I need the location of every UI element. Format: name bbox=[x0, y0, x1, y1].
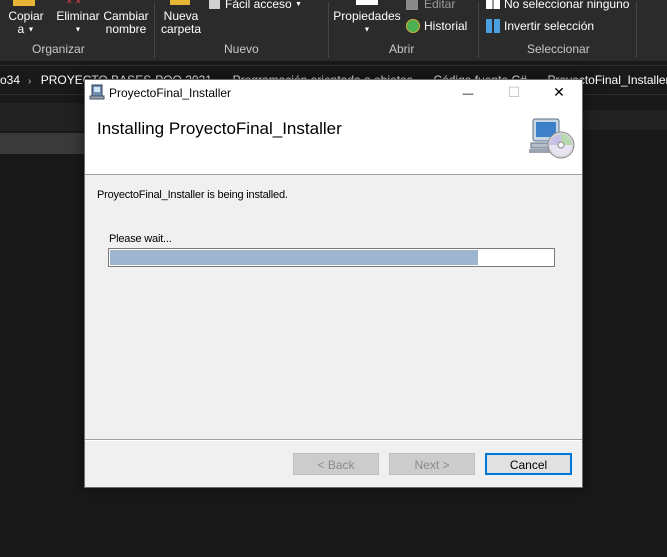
progress-bar bbox=[108, 248, 555, 267]
back-button: < Back bbox=[293, 453, 379, 475]
group-divider bbox=[154, 2, 155, 58]
minimize-button[interactable]: — bbox=[445, 80, 491, 104]
copy-button[interactable]: Copiar a ▼ bbox=[4, 10, 48, 36]
minimize-icon: — bbox=[462, 88, 474, 100]
progress-fill bbox=[110, 250, 478, 265]
close-icon: ✕ bbox=[553, 84, 565, 100]
computer-cd-icon bbox=[529, 118, 575, 159]
chevron-down-icon: ▼ bbox=[295, 0, 302, 8]
page-title: Installing ProyectoFinal_Installer bbox=[97, 119, 342, 138]
chevron-down-icon: ▼ bbox=[27, 26, 35, 34]
invert-selection-label: Invertir selección bbox=[504, 19, 595, 33]
copy-label: Copiar a bbox=[8, 9, 44, 36]
wizard-header: Installing ProyectoFinal_Installer bbox=[85, 104, 582, 175]
invert-selection-icon bbox=[486, 19, 500, 33]
next-button: Next > bbox=[389, 453, 475, 475]
history-label: Historial bbox=[424, 19, 468, 33]
easy-access-icon bbox=[209, 0, 220, 9]
wait-label: Please wait... bbox=[109, 233, 172, 245]
group-divider bbox=[328, 2, 329, 58]
title-bar[interactable]: ProyectoFinal_Installer — ☐ ✕ bbox=[85, 80, 582, 104]
group-label-open: Abrir bbox=[389, 42, 415, 56]
status-message: ProyectoFinal_Installer is being install… bbox=[97, 189, 288, 201]
delete-button[interactable]: Eliminar ▼ bbox=[55, 10, 101, 36]
chevron-down-icon: ▼ bbox=[363, 26, 371, 34]
new-folder-icon bbox=[170, 0, 190, 5]
nav-pane-row[interactable] bbox=[0, 103, 84, 131]
file-list-header bbox=[580, 110, 667, 130]
group-divider bbox=[636, 2, 637, 58]
history-button[interactable]: Historial bbox=[424, 19, 467, 33]
footer-divider-highlight bbox=[85, 440, 582, 441]
maximize-icon: ☐ bbox=[507, 84, 521, 100]
easy-access-button[interactable]: Fácil acceso ▼ bbox=[225, 0, 302, 12]
chevron-down-icon: ▼ bbox=[74, 26, 82, 34]
nav-pane-selected-row[interactable] bbox=[0, 133, 84, 154]
delete-icon: ✕ ✕ bbox=[66, 0, 82, 6]
installer-window: ProyectoFinal_Installer — ☐ ✕ Installing… bbox=[84, 79, 583, 488]
properties-label: Propiedades bbox=[333, 9, 401, 23]
properties-button[interactable]: Propiedades ▼ bbox=[332, 10, 402, 36]
new-folder-label: Nueva carpeta bbox=[160, 9, 202, 36]
invert-selection-button[interactable]: Invertir selección bbox=[504, 19, 594, 33]
easy-access-label: Fácil acceso bbox=[225, 0, 292, 11]
new-folder-button[interactable]: Nueva carpeta bbox=[158, 10, 204, 36]
select-none-label: No seleccionar ninguno bbox=[504, 0, 630, 11]
installer-app-icon bbox=[89, 84, 105, 100]
edit-label: Editar bbox=[424, 0, 456, 11]
select-none-icon bbox=[486, 0, 500, 9]
group-divider bbox=[478, 2, 479, 58]
breadcrumb-item[interactable]: o34 bbox=[0, 73, 20, 87]
explorer-ribbon: Copiar a ▼ ✕ ✕ Eliminar ▼ Cambiar nombre… bbox=[0, 0, 667, 61]
window-title: ProyectoFinal_Installer bbox=[109, 86, 232, 100]
close-button[interactable]: ✕ bbox=[536, 80, 582, 104]
history-icon bbox=[406, 19, 420, 33]
group-label-new: Nuevo bbox=[224, 42, 259, 56]
group-label-organize: Organizar bbox=[32, 42, 85, 56]
group-label-select: Seleccionar bbox=[527, 42, 590, 56]
cancel-button[interactable]: Cancel bbox=[485, 453, 572, 475]
delete-label: Eliminar bbox=[56, 9, 100, 23]
edit-icon bbox=[406, 0, 418, 10]
chevron-right-icon: › bbox=[28, 76, 32, 87]
clipboard-icon bbox=[13, 0, 35, 6]
select-none-button[interactable]: No seleccionar ninguno bbox=[504, 0, 629, 11]
edit-button[interactable]: Editar bbox=[424, 0, 455, 11]
rename-button[interactable]: Cambiar nombre bbox=[102, 10, 150, 36]
properties-icon bbox=[356, 0, 378, 5]
maximize-button: ☐ bbox=[491, 80, 537, 104]
rename-label: Cambiar nombre bbox=[103, 9, 149, 36]
wizard-body: ProyectoFinal_Installer is being install… bbox=[85, 175, 582, 439]
